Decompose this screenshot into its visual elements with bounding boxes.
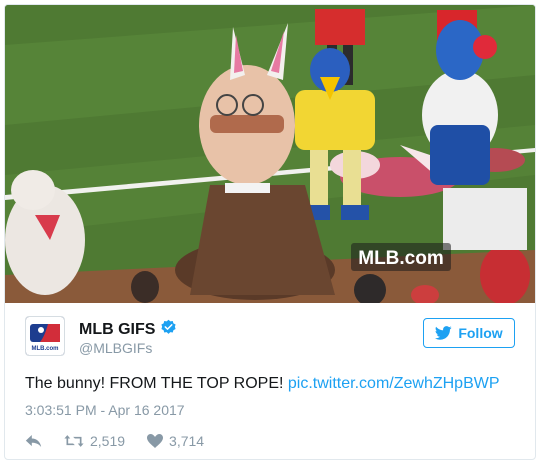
tweet-timestamp[interactable]: 3:03:51 PM - Apr 16 2017: [25, 402, 185, 418]
mlb-logo-icon: MLB.com: [26, 317, 64, 355]
retweet-button[interactable]: 2,519: [64, 433, 125, 449]
tweet-header: MLB.com MLB GIFS @MLBGIFs Follow: [25, 316, 515, 358]
avatar[interactable]: MLB.com: [25, 316, 65, 356]
tweet-media-gif[interactable]: MLB.com: [5, 5, 535, 303]
retweet-icon: [64, 435, 84, 447]
avatar-label: MLB.com: [32, 346, 59, 352]
retweet-count: 2,519: [90, 433, 126, 449]
tweet-media-link[interactable]: pic.twitter.com/ZewhZHpBWP: [288, 375, 500, 392]
mascot-race-scene: MLB.com: [5, 5, 535, 303]
heart-icon: [147, 434, 164, 448]
like-count: 3,714: [169, 433, 205, 449]
twitter-bird-icon: [435, 326, 452, 340]
tweet-text: The bunny! FROM THE TOP ROPE! pic.twitte…: [25, 375, 525, 393]
verified-badge-icon: [161, 319, 177, 334]
follow-button[interactable]: Follow: [423, 318, 515, 348]
tweet-embed-card: MLB.com MLB.com MLB GIFS @MLBGIFs Follow…: [4, 4, 536, 460]
display-name[interactable]: MLB GIFS: [79, 319, 177, 339]
like-button[interactable]: 3,714: [147, 433, 204, 449]
mlb-watermark: MLB.com: [358, 248, 444, 269]
reply-icon: [25, 435, 42, 447]
tweet-body: The bunny! FROM THE TOP ROPE!: [25, 375, 288, 392]
reply-button[interactable]: [25, 434, 42, 448]
tweet-actions: 2,519 3,714: [25, 431, 226, 451]
display-name-text: MLB GIFS: [79, 321, 156, 338]
user-handle[interactable]: @MLBGIFs: [79, 340, 152, 356]
follow-button-label: Follow: [458, 325, 503, 341]
